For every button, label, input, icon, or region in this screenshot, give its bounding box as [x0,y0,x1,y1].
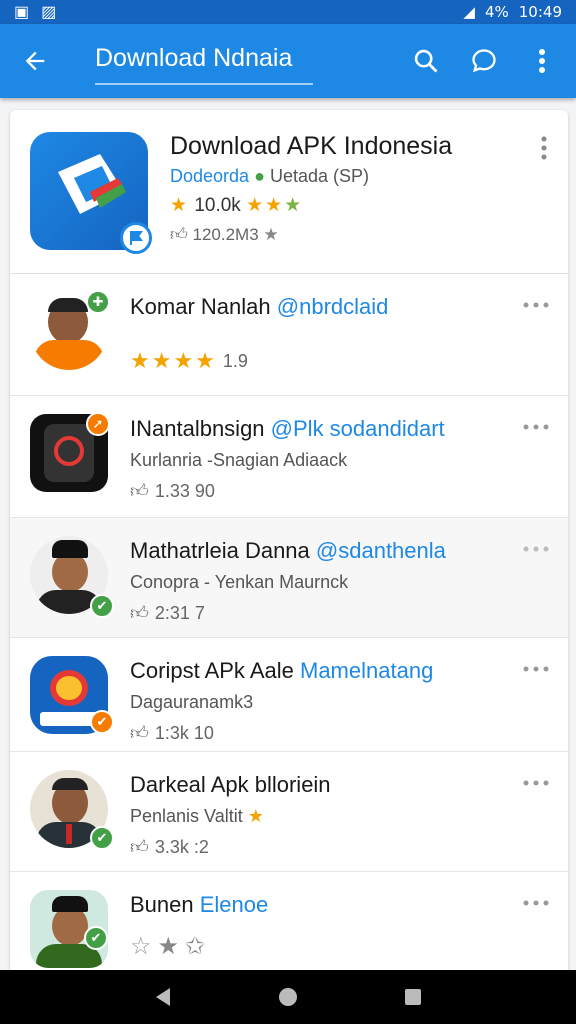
arrow-back-icon [25,51,45,71]
verified-badge [120,222,152,254]
list-item-title: INantalbnsign @Plk sodandidart [130,416,445,441]
status-bar: ▣ ▨ ◢ 4% 10:49 [0,0,576,24]
list-item-title: Coripst APk Aale Mamelnatang [130,658,434,683]
list-item-title: Bunen Elenoe [130,892,269,917]
verified-check-icon: ● [254,166,265,186]
system-nav-bar [0,970,576,1024]
verified-badge: ✔ [84,926,108,950]
clock: 10:49 [518,3,562,21]
app-likes: 👍︎ 120.2M3 ★ [170,224,279,245]
content-card: Download APK Indonesia Dodeorda ● Uetada… [10,110,568,990]
verified-badge: ✔ [90,826,114,850]
gallery-notification-icon: ▣ [14,4,30,21]
star-icon: ★ [170,195,190,216]
header-more-icon[interactable] [534,134,554,162]
list-item-title: Komar Nanlah @nbrdclaid [130,294,389,319]
nav-recents-icon[interactable] [402,986,424,1008]
app-header: Download APK Indonesia Dodeorda ● Uetada… [10,110,568,274]
chat-button[interactable] [470,47,498,75]
flag-icon [130,231,143,245]
battery-level: 4% [484,3,509,21]
trending-badge: ➚ [86,412,110,436]
more-horiz-icon[interactable] [522,778,550,788]
nav-home-icon[interactable] [277,986,299,1008]
rating-count: 10.0k [194,195,241,216]
rating-stars: ★★★★ [130,348,217,373]
app-bar: Download Ndnaia [0,24,576,98]
list-item-rating: ★★★★ 1.9 [130,348,248,373]
image-notification-icon: ▨ [41,4,57,21]
page-title: Download Ndnaia [95,38,313,85]
publisher-name[interactable]: Dodeorda [170,166,249,186]
app-version: Uetada (SP) [269,166,370,186]
app-rating: ★ 10.0k ★★★ [170,194,303,217]
app-publisher[interactable]: Dodeorda ● Uetada (SP) [170,166,369,187]
more-horiz-icon[interactable] [522,664,550,674]
list-item-title: Mathatrleia Danna @sdanthenla [130,538,446,563]
thumbs-up-icon[interactable]: 👍︎ [130,480,149,502]
verified-badge: ✔ [90,594,114,618]
signal-icon: ◢ [463,3,475,21]
more-vert-icon [539,49,545,73]
list-item-likes: 👍︎ 1.33 90 [130,480,215,502]
likes-count: 120.2M3 [192,225,259,244]
list-item-likes: 👍︎ 2:31 7 [130,602,205,624]
list-item-rating: ☆ ★ ✩ [130,932,205,961]
list-item-likes: 👍︎ 3.3k :2 [130,836,209,858]
list-item[interactable]: ✔ Bunen Elenoe ☆ ★ ✩ [10,872,568,982]
thumbs-up-icon[interactable]: 👍︎ [130,602,149,624]
nav-back-icon[interactable] [152,986,174,1008]
thumbs-up-icon[interactable]: 👍︎ [130,722,149,744]
more-horiz-icon[interactable] [522,300,550,310]
list-item-subtitle: Kurlanria -Snagian Adiaack [130,450,348,470]
add-badge: ✚ [86,290,110,314]
more-horiz-icon[interactable] [522,544,550,554]
list-item[interactable]: ➚ INantalbnsign @Plk sodandidart Kurlanr… [10,396,568,518]
chat-icon [472,49,496,73]
thumbs-up-icon: 👍︎ [170,225,188,244]
list-item[interactable]: ✔ Mathatrleia Danna @sdanthenla Conopra … [10,518,568,638]
list-item-subtitle: Penlanis Valtit ★ [130,806,264,826]
check-badge: ✔ [90,710,114,734]
list-item-subtitle: Dagauranamk3 [130,692,254,712]
list-item[interactable]: ✔ Darkeal Apk blloriein Penlanis Valtit … [10,752,568,872]
list-item[interactable]: ✚ Komar Nanlah @nbrdclaid ★★★★ 1.9 [10,274,568,396]
search-button[interactable] [412,47,440,75]
overflow-menu-button[interactable] [528,47,556,75]
more-horiz-icon[interactable] [522,898,550,908]
list-item-likes: 👍︎ 1:3k 10 [130,722,214,744]
list-item-title: Darkeal Apk blloriein [130,772,331,797]
app-title: Download APK Indonesia [170,132,453,160]
app-icon[interactable] [30,132,152,254]
list-item[interactable]: ✔ Coripst APk Aale Mamelnatang Dagaurana… [10,638,568,752]
search-icon [414,49,438,73]
star-half-icon[interactable]: ✩ [185,932,205,961]
rating-stars: ★★★ [246,195,304,216]
back-button[interactable] [0,24,70,98]
star-icon[interactable]: ★ [158,932,180,961]
star-outline-icon[interactable]: ☆ [130,932,152,961]
more-horiz-icon[interactable] [522,422,550,432]
list-item-subtitle: Conopra - Yenkan Maurnck [130,572,349,592]
thumbs-up-icon[interactable]: 👍︎ [130,836,149,858]
star-small-icon: ★ [263,225,279,244]
